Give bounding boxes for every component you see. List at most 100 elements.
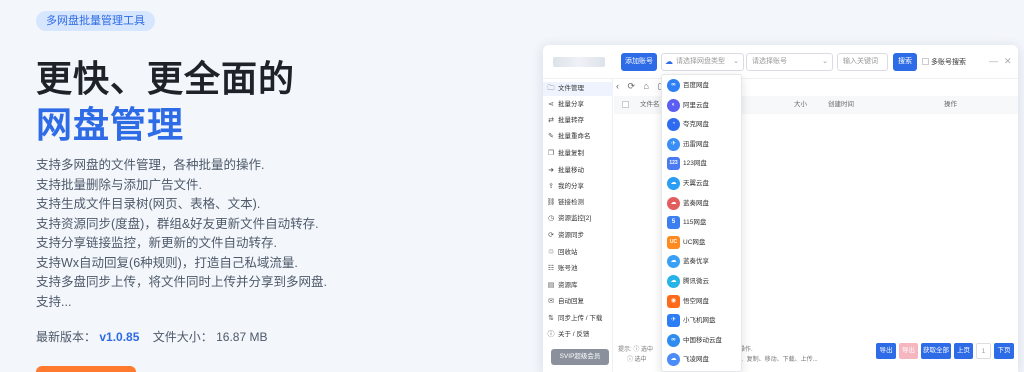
dropdown-option[interactable]: ☁ 腾讯微云 bbox=[662, 272, 743, 292]
col-size[interactable]: 大小 bbox=[794, 96, 807, 114]
dropdown-option[interactable]: ∞ 中国移动云盘 bbox=[662, 331, 743, 351]
sidebar-item-library[interactable]: ▤ 资源库 bbox=[543, 279, 613, 293]
multi-search-label: 多账号搜索 bbox=[931, 59, 966, 66]
sidebar-item-label: 资源同步 bbox=[558, 232, 584, 239]
feature-item: 支持多盘同步上传，将文件同时上传并分享到多网盘. bbox=[36, 275, 327, 289]
sidebar-item-link-check[interactable]: ⛓ 链接检测 bbox=[543, 196, 613, 210]
drive-type-select[interactable]: ☁ 请选择网盘类型 ⌄ bbox=[661, 53, 744, 71]
sidebar-item-recycle-bin[interactable]: ♲ 回收站 bbox=[543, 246, 613, 260]
lanzou-youxiang-icon: ☁ bbox=[667, 255, 680, 269]
close-icon[interactable]: ✕ bbox=[1004, 56, 1012, 67]
sidebar-item-resource-sync[interactable]: ⟳ 资源同步 bbox=[543, 229, 613, 243]
uc-pan-icon: UC bbox=[667, 235, 680, 249]
keyword-input[interactable]: 输入关键词 bbox=[837, 53, 888, 71]
sidebar-item-my-share[interactable]: ⇪ 我的分享 bbox=[543, 180, 613, 194]
link-check-icon: ⛓ bbox=[546, 199, 556, 206]
dropdown-option[interactable]: ◉ 悟空网盘 bbox=[662, 292, 743, 312]
sidebar-item-label: 账号池 bbox=[558, 265, 578, 272]
dropdown-option[interactable]: ☁ 蓝奏网盘 bbox=[662, 194, 743, 214]
sidebar-item-about[interactable]: ⓘ 关于 / 反馈 bbox=[543, 328, 613, 342]
search-button[interactable]: 搜索 bbox=[893, 53, 917, 71]
add-account-button[interactable]: 添加账号 bbox=[621, 53, 657, 71]
feature-item: 支持... bbox=[36, 294, 72, 309]
sidebar-item-label: 资源库 bbox=[558, 282, 578, 289]
chevron-down-icon: ⌄ bbox=[733, 58, 739, 65]
option-label: 腾讯微云 bbox=[683, 278, 709, 285]
export-button[interactable]: 导出 bbox=[876, 343, 896, 359]
sidebar-item-label: 关于 / 反馈 bbox=[558, 331, 590, 338]
account-pool-icon: ☷ bbox=[547, 265, 555, 272]
feiji-pan-icon: ✈ bbox=[667, 314, 680, 328]
option-label: 阿里云盘 bbox=[683, 101, 709, 109]
123-pan-icon: 123 bbox=[667, 157, 680, 171]
transfer-icon: ⇄ bbox=[548, 117, 554, 124]
option-label: 小飞机网盘 bbox=[683, 317, 716, 325]
my-share-icon: ⇪ bbox=[548, 183, 554, 190]
get-all-button[interactable]: 获取全部 bbox=[921, 343, 951, 359]
about-icon: ⓘ bbox=[547, 331, 555, 338]
dropdown-option[interactable]: ◐ 阿里云盘 bbox=[662, 96, 743, 116]
dropdown-option[interactable]: ∞ 百度网盘 bbox=[662, 76, 743, 96]
minimize-icon[interactable]: — bbox=[989, 56, 998, 66]
sidebar-item-batch-copy[interactable]: ❐ 批量复制 bbox=[543, 147, 613, 161]
sidebar-item-batch-transfer[interactable]: ⇄ 批量转存 bbox=[543, 114, 613, 128]
sidebar-item-batch-rename[interactable]: ✎ 批量重命名 bbox=[543, 130, 613, 144]
multi-search-checkbox[interactable] bbox=[922, 58, 929, 65]
export-disabled-button[interactable]: 导出 bbox=[899, 343, 918, 359]
col-name[interactable]: 文件名 bbox=[640, 96, 660, 114]
sidebar-item-batch-move[interactable]: ➜ 批量移动 bbox=[543, 164, 613, 178]
svip-button[interactable]: SVIP超级会员 bbox=[551, 349, 609, 365]
product-badge: 多网盘批量管理工具 bbox=[36, 11, 155, 31]
download-button[interactable] bbox=[36, 366, 136, 372]
sidebar-item-label: 回收站 bbox=[558, 249, 578, 256]
sidebar-item-label: 自动回复 bbox=[558, 298, 584, 305]
option-label: 蓝奏优享 bbox=[683, 258, 709, 266]
account-select[interactable]: 请选择账号 ⌄ bbox=[746, 53, 833, 71]
auto-reply-icon: ✉ bbox=[548, 298, 554, 305]
dropdown-option[interactable]: 123 123网盘 bbox=[662, 154, 743, 174]
dropdown-option[interactable]: UC UC网盘 bbox=[662, 233, 743, 253]
size-value: 16.87 MB bbox=[216, 330, 268, 344]
dropdown-option[interactable]: ☁ 天翼云盘 bbox=[662, 174, 743, 194]
monitor-icon: ◷ bbox=[547, 215, 555, 222]
sidebar: 🗀 文件管理 ⋖ 批量分享 ⇄ 批量转存 ✎ 批量重命名 ❐ 批量复制 ➜ 批量移动 ⇪ 我的… bbox=[543, 79, 613, 372]
feature-item: 支持多网盘的文件管理，各种批量的操作. bbox=[36, 158, 265, 172]
copy-icon: ❐ bbox=[547, 150, 555, 157]
sidebar-item-label: 资源监控[2] bbox=[558, 215, 592, 222]
tip-line1-prefix: 提示: ⓘ 选中 bbox=[618, 347, 654, 353]
sidebar-item-account-pool[interactable]: ☷ 账号池 bbox=[543, 262, 613, 276]
feature-item: 支持批量删除与添加广告文件. bbox=[36, 177, 202, 192]
share-icon: ⋖ bbox=[548, 101, 554, 108]
feature-item: 支持Wx自动回复(6种规则)，打造自己私域流量. bbox=[36, 255, 298, 270]
sidebar-item-auto-reply[interactable]: ✉ 自动回复 bbox=[543, 295, 613, 309]
app-toolbar: 添加账号 ☁ 请选择网盘类型 ⌄ 请选择账号 ⌄ 输入关键词 搜索 多账号搜索 … bbox=[543, 45, 1018, 79]
prev-page-button[interactable]: 上页 bbox=[954, 343, 973, 359]
dropdown-option[interactable]: ☁ 蓝奏优享 bbox=[662, 252, 743, 272]
dropdown-option[interactable]: ✈ 迅雷网盘 bbox=[662, 135, 743, 155]
page-input[interactable]: 1 bbox=[976, 343, 991, 359]
dropdown-option[interactable]: 5 115网盘 bbox=[662, 213, 743, 233]
option-label: 115网盘 bbox=[683, 219, 707, 227]
next-page-button[interactable]: 下页 bbox=[994, 343, 1014, 359]
dropdown-option[interactable]: ✈ 小飞机网盘 bbox=[662, 311, 743, 331]
sidebar-item-resource-monitor[interactable]: ◷ 资源监控[2] bbox=[543, 212, 613, 226]
account-placeholder: 请选择账号 bbox=[752, 58, 787, 65]
move-icon: ➜ bbox=[548, 167, 554, 174]
rename-icon: ✎ bbox=[548, 133, 554, 140]
xunlei-pan-icon: ✈ bbox=[667, 137, 680, 151]
col-created[interactable]: 创建时间 bbox=[828, 96, 854, 114]
baidu-pan-icon: ∞ bbox=[667, 79, 680, 92]
dropdown-option[interactable]: ◔ 夸克网盘 bbox=[662, 115, 743, 135]
feature-item: 支持分享链接监控，新更新的文件自动转存. bbox=[36, 236, 277, 250]
chevron-down-icon: ⌄ bbox=[822, 58, 828, 65]
version-info: 最新版本： v1.0.85 文件大小： 16.87 MB bbox=[36, 328, 267, 345]
sidebar-item-file-manage[interactable]: 🗀 文件管理 bbox=[543, 82, 613, 96]
115-pan-icon: 5 bbox=[667, 216, 680, 230]
select-all-checkbox[interactable] bbox=[622, 101, 629, 108]
sidebar-item-batch-share[interactable]: ⋖ 批量分享 bbox=[543, 98, 613, 112]
option-label: UC网盘 bbox=[683, 238, 706, 246]
tip-line2-prefix: ⓘ 选中 bbox=[627, 357, 647, 363]
option-label: 中国移动云盘 bbox=[683, 336, 722, 344]
sidebar-item-upload-download[interactable]: ⇅ 同步上传 / 下载 bbox=[543, 312, 613, 326]
dropdown-option[interactable]: ☁ 飞凌网盘 bbox=[662, 350, 743, 370]
